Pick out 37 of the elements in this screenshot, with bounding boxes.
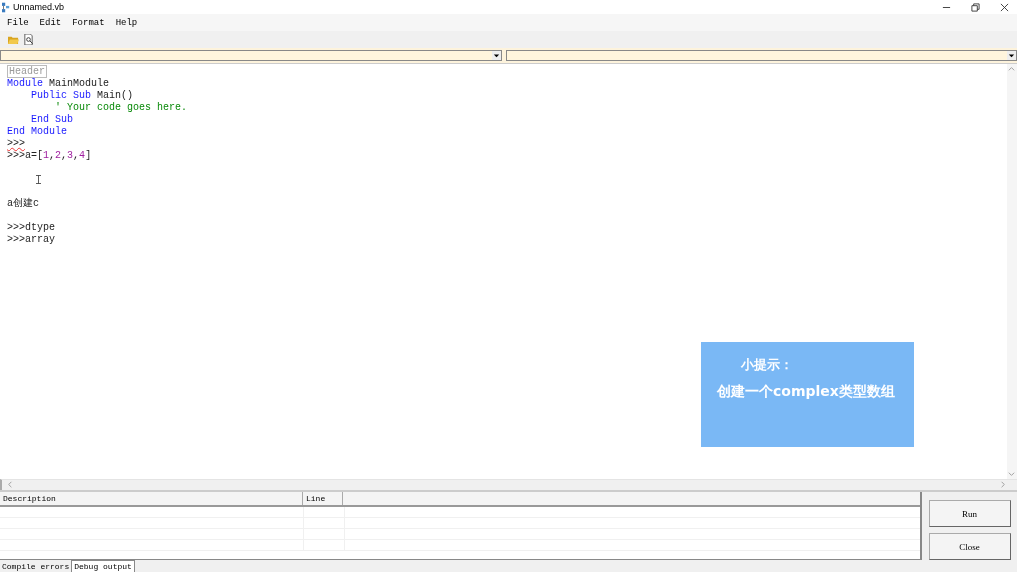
column-header[interactable]: Description [0,492,303,505]
horizontal-scrollbar[interactable] [0,479,1017,490]
dialog-button[interactable]: Run [928,500,1011,527]
code-line: >>>dtype [7,222,55,233]
dialog-button[interactable]: Close [928,533,1011,560]
folder-icon[interactable] [8,34,19,45]
vertical-scrollbar[interactable] [1007,64,1017,479]
document-icon[interactable] [23,34,34,45]
scroll-right-icon[interactable] [998,480,1007,489]
scroll-left-icon[interactable] [6,480,15,489]
menu-item[interactable]: Format [68,17,109,28]
tab[interactable]: Compile errors [0,561,72,572]
restore-icon[interactable] [971,2,980,12]
caret-icon[interactable] [1007,51,1016,60]
code-line: Module MainModule [7,78,110,89]
menu-item[interactable]: File [3,17,33,28]
code-line: End Module [7,126,67,137]
app-icon [2,1,10,13]
code-line: Public Sub Main() [30,90,134,101]
code-line: >>>a=[1,2,3,4] [7,150,92,161]
code-line: ' Your code goes here. [54,102,188,113]
menu-item[interactable]: Edit [35,17,66,28]
window-title: Unnamed.vb [13,2,65,12]
text-cursor-icon [36,175,41,184]
tip-text: 创建一个complex类型数组 [717,383,896,401]
tab[interactable]: Debug output [71,560,135,572]
code-line: >>>array [7,234,55,245]
caret-icon[interactable] [492,51,501,60]
code-line: >>> [7,138,25,149]
code-line: End Sub [30,114,73,125]
column-header[interactable]: Line [303,492,343,505]
menu-item[interactable]: Help [111,17,142,28]
close-icon[interactable] [1000,2,1009,12]
tip-title: 小提示： [740,356,794,374]
code-line: a创建c [7,198,39,209]
scroll-up-icon[interactable] [1007,64,1016,73]
scroll-down-icon[interactable] [1007,470,1016,479]
